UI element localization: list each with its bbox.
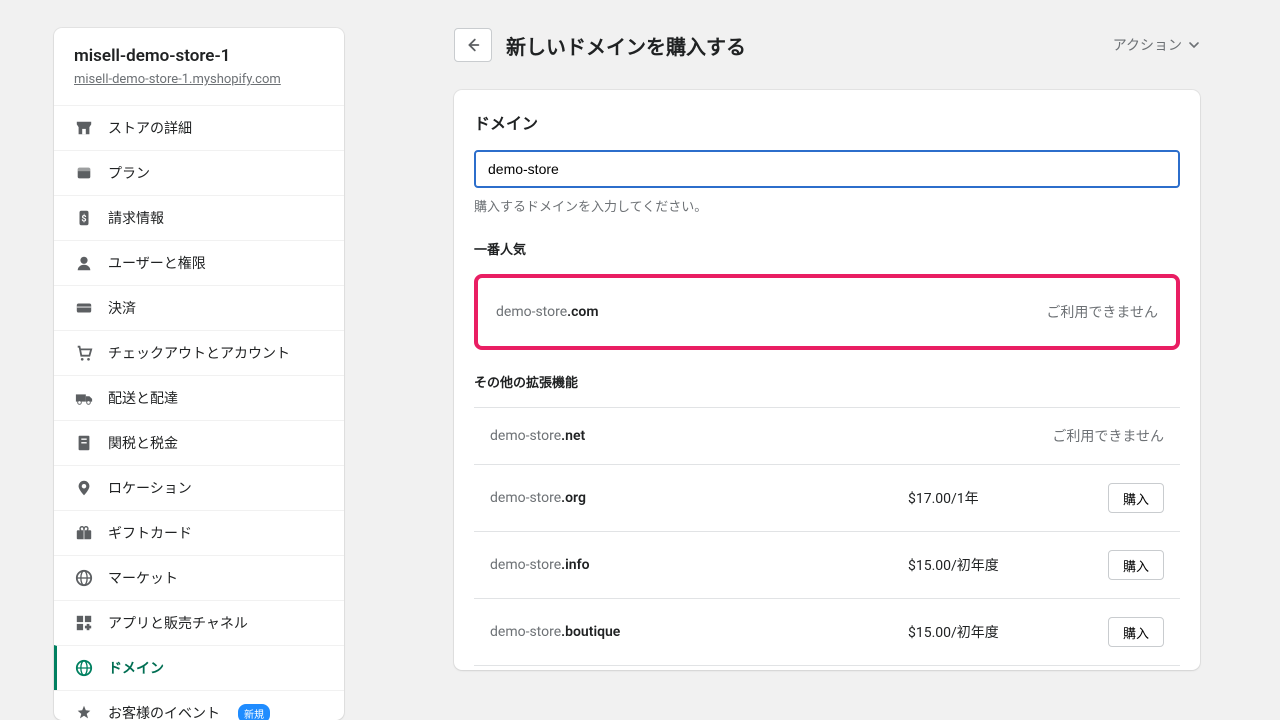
domain-tld: .org (561, 490, 586, 506)
extension-row: demo-store.org $17.00/1年購入 (474, 464, 1180, 531)
sidebar-item-domain[interactable]: ドメイン (54, 645, 344, 690)
extension-row: demo-store.clothing$15.00/初年度購入 (474, 665, 1180, 670)
sidebar-item-label: 関税と税金 (108, 433, 178, 453)
domain-section-title: ドメイン (474, 110, 1180, 134)
domain-icon (74, 658, 94, 678)
sidebar-item-label: ユーザーと権限 (108, 253, 206, 273)
domain-name: demo-store (490, 624, 561, 640)
domain-card: ドメイン 購入するドメインを入力してください。 一番人気 demo-store … (454, 90, 1200, 670)
sidebar-item-plan[interactable]: プラン (54, 150, 344, 195)
popular-domain-row: demo-store .com ご利用できません (474, 274, 1180, 350)
sidebar-item-label: ドメイン (108, 658, 164, 678)
arrow-left-icon (464, 36, 482, 54)
sidebar-item-label: プラン (108, 163, 150, 183)
popular-section-title: 一番人気 (474, 239, 1180, 258)
users-icon (74, 253, 94, 273)
domain-tld: .boutique (561, 624, 620, 640)
extension-row: demo-store.info $15.00/初年度購入 (474, 531, 1180, 598)
sidebar-item-taxes[interactable]: 関税と税金 (54, 420, 344, 465)
sidebar-item-locations[interactable]: ロケーション (54, 465, 344, 510)
sidebar-item-giftcards[interactable]: ギフトカード (54, 510, 344, 555)
sidebar-item-label: ギフトカード (108, 523, 192, 543)
domain-status: ご利用できません (1052, 426, 1164, 446)
sidebar-item-label: 配送と配達 (108, 388, 178, 408)
domain-price: $15.00/初年度 (908, 622, 1108, 642)
domain-name: demo-store (490, 428, 561, 444)
sidebar-item-label: ストアの詳細 (108, 118, 192, 138)
sidebar-item-users[interactable]: ユーザーと権限 (54, 240, 344, 285)
sidebar-item-label: マーケット (108, 568, 178, 588)
actions-label: アクション (1113, 35, 1182, 55)
buy-button[interactable]: 購入 (1108, 483, 1164, 513)
store-icon (74, 118, 94, 138)
back-button[interactable] (454, 28, 492, 62)
sidebar-item-shipping[interactable]: 配送と配達 (54, 375, 344, 420)
domain-tld: .net (561, 428, 585, 444)
page-title: 新しいドメインを購入する (506, 31, 746, 60)
sidebar-item-label: ロケーション (108, 478, 192, 498)
domain-name: demo-store (490, 490, 561, 506)
taxes-icon (74, 433, 94, 453)
chevron-down-icon (1188, 39, 1200, 51)
new-badge: 新規 (238, 704, 270, 720)
actions-dropdown[interactable]: アクション (1113, 35, 1200, 55)
sidebar-item-label: 決済 (108, 298, 136, 318)
sidebar-item-market[interactable]: マーケット (54, 555, 344, 600)
domain-name: demo-store (490, 557, 561, 573)
plan-icon (74, 163, 94, 183)
extensions-section-title: その他の拡張機能 (474, 372, 1180, 391)
sidebar-item-label: 請求情報 (108, 208, 164, 228)
sidebar-item-store[interactable]: ストアの詳細 (54, 105, 344, 150)
domain-status: ご利用できません (1046, 302, 1158, 322)
svg-text:$: $ (81, 214, 86, 225)
checkout-icon (74, 343, 94, 363)
locations-icon (74, 478, 94, 498)
giftcards-icon (74, 523, 94, 543)
sidebar-item-label: チェックアウトとアカウント (108, 343, 290, 363)
store-url-link[interactable]: misell-demo-store-1.myshopify.com (74, 72, 324, 87)
domain-search-input[interactable] (474, 150, 1180, 188)
extension-row: demo-store.boutique $15.00/初年度購入 (474, 598, 1180, 665)
domain-name: demo-store (496, 304, 567, 320)
extension-row: demo-store.net ご利用できません (474, 407, 1180, 464)
settings-sidebar: misell-demo-store-1 misell-demo-store-1.… (54, 28, 344, 720)
sidebar-item-label: お客様のイベント (108, 703, 220, 720)
buy-button[interactable]: 購入 (1108, 550, 1164, 580)
sidebar-item-label: アプリと販売チャネル (108, 613, 248, 633)
shipping-icon (74, 388, 94, 408)
billing-icon: $ (74, 208, 94, 228)
sidebar-item-billing[interactable]: $ 請求情報 (54, 195, 344, 240)
domain-tld: .info (561, 557, 589, 573)
channels-icon (74, 613, 94, 633)
payments-icon (74, 298, 94, 318)
sidebar-item-channels[interactable]: アプリと販売チャネル (54, 600, 344, 645)
buy-button[interactable]: 購入 (1108, 617, 1164, 647)
sidebar-item-payments[interactable]: 決済 (54, 285, 344, 330)
sidebar-item-checkout[interactable]: チェックアウトとアカウント (54, 330, 344, 375)
domain-tld: .com (567, 304, 598, 320)
input-help-text: 購入するドメインを入力してください。 (474, 196, 1180, 215)
sidebar-item-events[interactable]: お客様のイベント 新規 (54, 690, 344, 720)
events-icon (74, 703, 94, 720)
store-name: misell-demo-store-1 (74, 46, 324, 66)
domain-price: $15.00/初年度 (908, 555, 1108, 575)
market-icon (74, 568, 94, 588)
domain-price: $17.00/1年 (908, 488, 1108, 508)
